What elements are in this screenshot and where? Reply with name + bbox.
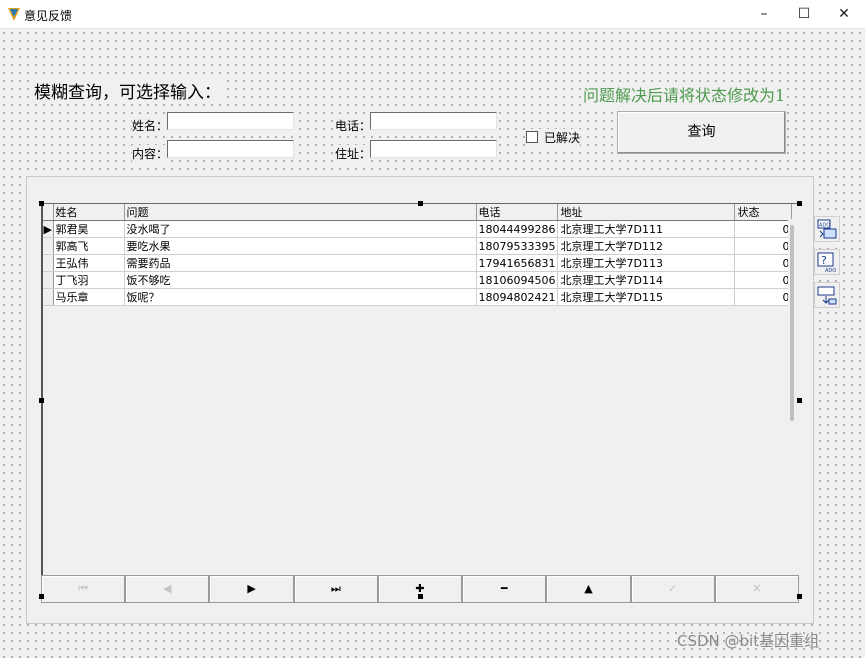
selection-handle[interactable] [797, 398, 802, 403]
cell-address[interactable]: 北京理工大学7D113 [557, 254, 736, 272]
table-row[interactable]: 丁飞羽 饭不够吃 18106094506 北京理工大学7D114 0 [43, 271, 793, 289]
phone-input[interactable] [370, 112, 497, 130]
address-input[interactable] [370, 140, 497, 158]
ado-query-icon[interactable]: ? ADO [814, 249, 840, 275]
name-input[interactable] [167, 112, 294, 130]
query-button[interactable]: 查询 [617, 111, 786, 154]
nav-edit-button[interactable]: ▲ [546, 575, 631, 603]
resolved-checkbox[interactable]: 已解决 [526, 129, 581, 146]
checkbox-box[interactable] [526, 131, 538, 143]
table-row[interactable]: 王弘伟 需要药品 17941656831 北京理工大学7D113 0 [43, 254, 793, 272]
cell-status[interactable]: 0 [734, 220, 793, 238]
cell-name[interactable]: 王弘伟 [53, 254, 125, 272]
cell-phone[interactable]: 17941656831 [476, 254, 559, 272]
ado-connection-icon[interactable]: ADO [814, 216, 840, 242]
table-row[interactable]: ▶ 郭君昊 没水喝了 18044499286 北京理工大学7D111 0 [43, 220, 793, 238]
table-row[interactable]: 马乐章 饭呢？ 18094802421 北京理工大学7D115 0 [43, 288, 793, 306]
selection-handle[interactable] [39, 594, 44, 599]
svg-text:ADO: ADO [819, 223, 830, 229]
cell-name[interactable]: 丁飞羽 [53, 271, 125, 289]
cell-address[interactable]: 北京理工大学7D112 [557, 237, 736, 255]
cell-issue[interactable]: 饭不够吃 [124, 271, 477, 289]
column-header-status[interactable]: 状态 [734, 204, 793, 221]
nav-post-button[interactable]: ✓ [630, 575, 715, 603]
cell-issue[interactable]: 要吃水果 [124, 237, 477, 255]
row-indicator[interactable] [43, 237, 54, 255]
grid-vertical-scrollbar[interactable] [788, 219, 797, 602]
column-header-issue[interactable]: 问题 [124, 204, 477, 221]
close-button[interactable]: ✕ [821, 0, 865, 28]
nav-last-button[interactable]: ⏭ [293, 575, 378, 603]
content-label: 内容： [132, 145, 169, 162]
cell-issue[interactable]: 饭呢？ [124, 288, 477, 306]
scrollbar-thumb[interactable] [790, 225, 794, 421]
column-header-phone[interactable]: 电话 [476, 204, 559, 221]
cell-name[interactable]: 郭高飞 [53, 237, 125, 255]
cell-name[interactable]: 郭君昊 [53, 220, 125, 238]
cell-issue[interactable]: 没水喝了 [124, 220, 477, 238]
nav-next-button[interactable]: ▶ [209, 575, 294, 603]
nav-cancel-button[interactable]: ✕ [714, 575, 799, 603]
row-indicator[interactable] [43, 254, 54, 272]
cell-phone[interactable]: 18094802421 [476, 288, 559, 306]
status-hint: 问题解决后请将状态修改为1 [583, 82, 786, 106]
app-icon [6, 6, 22, 22]
selection-handle[interactable] [797, 594, 802, 599]
column-header-address[interactable]: 地址 [557, 204, 736, 221]
row-indicator[interactable] [43, 271, 54, 289]
svg-text:ADO: ADO [825, 268, 836, 274]
selection-handle[interactable] [418, 594, 423, 599]
nav-first-button[interactable]: ⏮ [41, 575, 126, 603]
resolved-label: 已解决 [544, 131, 581, 145]
grid-table: 姓名 问题 电话 地址 状态 ▶ 郭君昊 没水喝了 18044499286 北京理工大学… [43, 204, 793, 306]
cell-phone[interactable]: 18044499286 [476, 220, 559, 238]
cell-address[interactable]: 北京理工大学7D114 [557, 271, 736, 289]
column-header-name[interactable]: 姓名 [53, 204, 125, 221]
datasource-icon[interactable] [814, 282, 840, 308]
form-canvas: 模糊查询，可选择输入： 问题解决后请将状态修改为1 姓名： 内容： 电话： 住址… [0, 29, 865, 658]
row-indicator[interactable] [43, 288, 54, 306]
search-heading: 模糊查询，可选择输入： [34, 78, 221, 103]
cell-status[interactable]: 0 [734, 254, 793, 272]
cell-status[interactable]: 0 [734, 237, 793, 255]
header-indicator [43, 204, 54, 221]
nav-prior-button[interactable]: ◀ [125, 575, 210, 603]
cell-name[interactable]: 马乐章 [53, 288, 125, 306]
name-label: 姓名： [132, 117, 169, 134]
row-indicator[interactable]: ▶ [43, 220, 54, 238]
table-row[interactable]: 郭高飞 要吃水果 18079533395 北京理工大学7D112 0 [43, 237, 793, 255]
selection-handle[interactable] [39, 398, 44, 403]
phone-label: 电话： [335, 117, 372, 134]
selection-handle[interactable] [418, 201, 423, 206]
selection-handle[interactable] [797, 201, 802, 206]
svg-text:?: ? [821, 254, 827, 267]
cell-phone[interactable]: 18079533395 [476, 237, 559, 255]
cell-address[interactable]: 北京理工大学7D115 [557, 288, 736, 306]
data-grid[interactable]: 姓名 问题 电话 地址 状态 ▶ 郭君昊 没水喝了 18044499286 北京理工大学… [41, 203, 799, 576]
window-title: 意见反馈 [24, 9, 73, 23]
watermark: CSDN @bit基因重组 [677, 632, 820, 650]
cell-status[interactable]: 0 [734, 271, 793, 289]
selection-handle[interactable] [39, 201, 44, 206]
grid-header-row: 姓名 问题 电话 地址 状态 [43, 204, 793, 221]
nav-delete-button[interactable]: ━ [462, 575, 547, 603]
title-bar: 意见反馈 – ☐ ✕ [0, 0, 865, 29]
cell-issue[interactable]: 需要药品 [124, 254, 477, 272]
cell-status[interactable]: 0 [734, 288, 793, 306]
address-label: 住址： [335, 145, 372, 162]
content-input[interactable] [167, 140, 294, 158]
cell-address[interactable]: 北京理工大学7D111 [557, 220, 736, 238]
cell-phone[interactable]: 18106094506 [476, 271, 559, 289]
